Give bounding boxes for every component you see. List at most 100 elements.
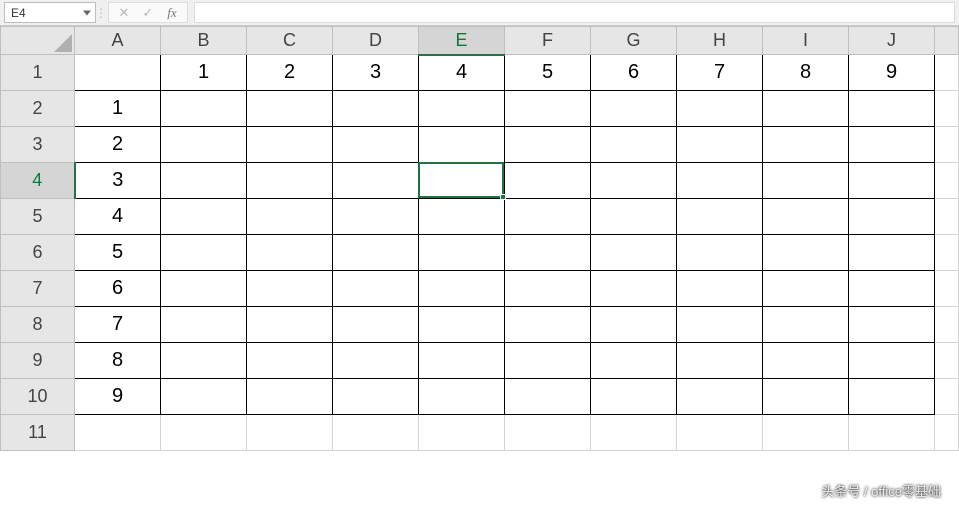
col-header-C[interactable]: C xyxy=(247,27,333,55)
cell-H7[interactable] xyxy=(677,271,763,307)
cell-H1[interactable]: 7 xyxy=(677,55,763,91)
cell-F2[interactable] xyxy=(505,91,591,127)
formula-input[interactable] xyxy=(194,2,955,23)
cell-A2[interactable]: 1 xyxy=(75,91,161,127)
row-header-7[interactable]: 7 xyxy=(1,271,75,307)
cell-I10[interactable] xyxy=(763,379,849,415)
cell-B9[interactable] xyxy=(161,343,247,379)
cell-I4[interactable] xyxy=(763,163,849,199)
cell-F6[interactable] xyxy=(505,235,591,271)
cell-extra-4[interactable] xyxy=(935,163,959,199)
name-box[interactable]: E4 xyxy=(4,2,96,23)
cell-C1[interactable]: 2 xyxy=(247,55,333,91)
cell-B5[interactable] xyxy=(161,199,247,235)
cell-A1[interactable] xyxy=(75,55,161,91)
cell-H2[interactable] xyxy=(677,91,763,127)
col-header-A[interactable]: A xyxy=(75,27,161,55)
cell-E9[interactable] xyxy=(419,343,505,379)
cell-A3[interactable]: 2 xyxy=(75,127,161,163)
cell-extra-6[interactable] xyxy=(935,235,959,271)
cell-A10[interactable]: 9 xyxy=(75,379,161,415)
cell-A8[interactable]: 7 xyxy=(75,307,161,343)
col-header-extra[interactable] xyxy=(935,27,959,55)
cell-D4[interactable] xyxy=(333,163,419,199)
cell-J4[interactable] xyxy=(849,163,935,199)
cell-B4[interactable] xyxy=(161,163,247,199)
cell-D11[interactable] xyxy=(333,415,419,451)
cell-F4[interactable] xyxy=(505,163,591,199)
cell-D2[interactable] xyxy=(333,91,419,127)
cell-B1[interactable]: 1 xyxy=(161,55,247,91)
cell-D10[interactable] xyxy=(333,379,419,415)
cell-F11[interactable] xyxy=(505,415,591,451)
cell-A6[interactable]: 5 xyxy=(75,235,161,271)
cell-G9[interactable] xyxy=(591,343,677,379)
cell-B10[interactable] xyxy=(161,379,247,415)
cell-C8[interactable] xyxy=(247,307,333,343)
col-header-E[interactable]: E xyxy=(419,27,505,55)
row-header-6[interactable]: 6 xyxy=(1,235,75,271)
cell-C3[interactable] xyxy=(247,127,333,163)
cell-F1[interactable]: 5 xyxy=(505,55,591,91)
row-header-2[interactable]: 2 xyxy=(1,91,75,127)
row-header-10[interactable]: 10 xyxy=(1,379,75,415)
row-header-9[interactable]: 9 xyxy=(1,343,75,379)
cell-C10[interactable] xyxy=(247,379,333,415)
cell-C2[interactable] xyxy=(247,91,333,127)
cell-extra-1[interactable] xyxy=(935,55,959,91)
cell-extra-5[interactable] xyxy=(935,199,959,235)
cell-D1[interactable]: 3 xyxy=(333,55,419,91)
cell-F5[interactable] xyxy=(505,199,591,235)
cell-J6[interactable] xyxy=(849,235,935,271)
cell-extra-2[interactable] xyxy=(935,91,959,127)
cell-G10[interactable] xyxy=(591,379,677,415)
cell-G4[interactable] xyxy=(591,163,677,199)
cell-H11[interactable] xyxy=(677,415,763,451)
cell-G1[interactable]: 6 xyxy=(591,55,677,91)
cell-D7[interactable] xyxy=(333,271,419,307)
cell-G8[interactable] xyxy=(591,307,677,343)
cell-E3[interactable] xyxy=(419,127,505,163)
cell-extra-9[interactable] xyxy=(935,343,959,379)
cell-J5[interactable] xyxy=(849,199,935,235)
cell-A11[interactable] xyxy=(75,415,161,451)
cell-D6[interactable] xyxy=(333,235,419,271)
cell-I6[interactable] xyxy=(763,235,849,271)
cell-extra-7[interactable] xyxy=(935,271,959,307)
cell-B3[interactable] xyxy=(161,127,247,163)
cell-B8[interactable] xyxy=(161,307,247,343)
cell-A9[interactable]: 8 xyxy=(75,343,161,379)
cell-B11[interactable] xyxy=(161,415,247,451)
cell-A7[interactable]: 6 xyxy=(75,271,161,307)
cell-J7[interactable] xyxy=(849,271,935,307)
cell-I8[interactable] xyxy=(763,307,849,343)
cell-F9[interactable] xyxy=(505,343,591,379)
chevron-down-icon[interactable] xyxy=(83,10,91,15)
cell-extra-11[interactable] xyxy=(935,415,959,451)
cell-G3[interactable] xyxy=(591,127,677,163)
cell-D9[interactable] xyxy=(333,343,419,379)
cell-I1[interactable]: 8 xyxy=(763,55,849,91)
cell-H8[interactable] xyxy=(677,307,763,343)
cell-J10[interactable] xyxy=(849,379,935,415)
col-header-I[interactable]: I xyxy=(763,27,849,55)
cell-D5[interactable] xyxy=(333,199,419,235)
cell-H6[interactable] xyxy=(677,235,763,271)
col-header-D[interactable]: D xyxy=(333,27,419,55)
cell-C9[interactable] xyxy=(247,343,333,379)
cell-C5[interactable] xyxy=(247,199,333,235)
row-header-4[interactable]: 4 xyxy=(1,163,75,199)
cell-G6[interactable] xyxy=(591,235,677,271)
cell-H9[interactable] xyxy=(677,343,763,379)
cell-E2[interactable] xyxy=(419,91,505,127)
cell-E5[interactable] xyxy=(419,199,505,235)
cell-B7[interactable] xyxy=(161,271,247,307)
cell-H10[interactable] xyxy=(677,379,763,415)
row-header-1[interactable]: 1 xyxy=(1,55,75,91)
cell-D3[interactable] xyxy=(333,127,419,163)
cell-C11[interactable] xyxy=(247,415,333,451)
cell-extra-3[interactable] xyxy=(935,127,959,163)
cell-J2[interactable] xyxy=(849,91,935,127)
cell-extra-10[interactable] xyxy=(935,379,959,415)
cell-J9[interactable] xyxy=(849,343,935,379)
